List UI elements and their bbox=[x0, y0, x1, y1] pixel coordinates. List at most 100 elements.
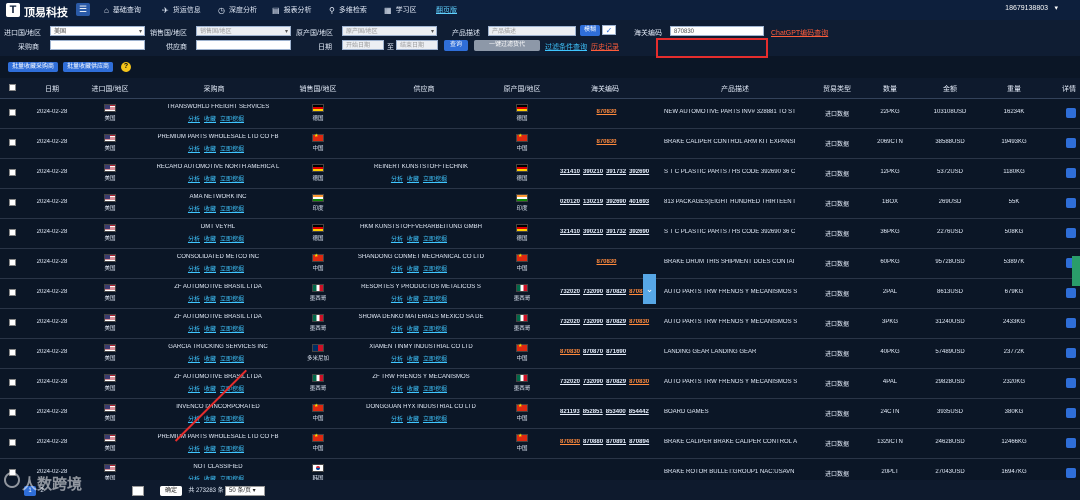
mine-link[interactable]: 立即挖掘 bbox=[220, 327, 244, 333]
hs-code-link[interactable]: 870830 bbox=[629, 379, 649, 385]
detail-button[interactable] bbox=[1066, 318, 1076, 328]
detail-button[interactable] bbox=[1066, 348, 1076, 358]
favorite-link[interactable]: 收藏 bbox=[204, 417, 216, 423]
favorite-link[interactable]: 收藏 bbox=[204, 447, 216, 453]
row-checkbox[interactable] bbox=[9, 229, 16, 236]
row-checkbox[interactable] bbox=[9, 349, 16, 356]
mine-link[interactable]: 立即挖掘 bbox=[423, 357, 447, 363]
favorite-link[interactable]: 收藏 bbox=[204, 327, 216, 333]
sales-country-select[interactable]: 销售国/地区 ▾ bbox=[196, 26, 291, 36]
row-supplier[interactable]: REINERT KUNSTSTOFFTECHNIK bbox=[350, 164, 492, 170]
row-supplier[interactable]: SHOWA DENKO MATERIALS MEXICO SA DE bbox=[350, 314, 492, 320]
hs-code-link[interactable]: 732020 bbox=[560, 379, 580, 385]
mine-link[interactable]: 立即挖掘 bbox=[423, 417, 447, 423]
chevron-down-icon[interactable]: ▾ bbox=[1054, 4, 1058, 12]
favorite-link[interactable]: 收藏 bbox=[204, 237, 216, 243]
row-supplier[interactable]: XIAMEN TINMY INDUSTRIAL CO LTD bbox=[350, 344, 492, 350]
filter-forwarder-button[interactable]: 一键过滤货代 bbox=[474, 40, 540, 51]
row-buyer[interactable]: ZF AUTOMOTIVE BRASIL LTDA bbox=[150, 284, 286, 290]
row-buyer[interactable]: PREMIUM PARTS WHOLESALE LTD CO FB bbox=[150, 134, 286, 140]
mine-link[interactable]: 立即挖掘 bbox=[423, 267, 447, 273]
col-trade-type[interactable]: 贸易类型 bbox=[815, 84, 859, 94]
favorite-link[interactable]: 收藏 bbox=[407, 357, 419, 363]
hs-code-link[interactable]: 321410 bbox=[560, 229, 580, 235]
col-origin-country[interactable]: 原产国/地区 bbox=[500, 84, 544, 94]
hs-code-link[interactable]: 321410 bbox=[560, 169, 580, 175]
detail-button[interactable] bbox=[1066, 198, 1076, 208]
detail-button[interactable] bbox=[1066, 288, 1076, 298]
analyze-link[interactable]: 分析 bbox=[391, 237, 403, 243]
mine-link[interactable]: 立即挖掘 bbox=[423, 237, 447, 243]
nav-deep-analysis[interactable]: ◷ 深度分析 bbox=[218, 5, 257, 15]
filter-condition-link[interactable]: 过滤条件查询 bbox=[545, 42, 587, 52]
hs-code-link[interactable]: 732020 bbox=[560, 289, 580, 295]
favorite-link[interactable]: 收藏 bbox=[407, 267, 419, 273]
row-checkbox[interactable] bbox=[9, 109, 16, 116]
row-supplier[interactable]: DONGGUAN HYX INDUSTRIAL CO LTD bbox=[350, 404, 492, 410]
favorite-link[interactable]: 收藏 bbox=[204, 387, 216, 393]
analyze-link[interactable]: 分析 bbox=[188, 267, 200, 273]
favorite-link[interactable]: 收藏 bbox=[204, 207, 216, 213]
page-confirm-button[interactable]: 确定 bbox=[160, 486, 182, 496]
col-product-desc[interactable]: 产品描述 bbox=[660, 84, 810, 94]
hs-code-link[interactable]: 401693 bbox=[629, 199, 649, 205]
row-buyer[interactable]: TRANSWORLD FREIGHT SERVICES bbox=[150, 104, 286, 110]
import-country-select[interactable]: 美国 ▾ bbox=[50, 26, 145, 36]
row-buyer[interactable]: PREMIUM PARTS WHOLESALE LTD CO FB bbox=[150, 434, 286, 440]
favorite-link[interactable]: 收藏 bbox=[204, 147, 216, 153]
hs-code-link[interactable]: 871690 bbox=[606, 349, 626, 355]
nav-learning[interactable]: ▦ 学习区 bbox=[384, 5, 417, 15]
nav-page-version[interactable]: 翻页版 bbox=[436, 5, 457, 15]
analyze-link[interactable]: 分析 bbox=[391, 357, 403, 363]
collect-suppliers-button[interactable]: 批量收藏供应商 bbox=[63, 62, 113, 72]
hs-code-link[interactable]: 870830 bbox=[560, 349, 580, 355]
analyze-link[interactable]: 分析 bbox=[188, 297, 200, 303]
help-icon[interactable]: ? bbox=[121, 62, 131, 72]
hs-code-link[interactable]: 870830 bbox=[596, 259, 616, 265]
analyze-link[interactable]: 分析 bbox=[188, 387, 200, 393]
row-buyer[interactable]: DMT VEYHL bbox=[150, 224, 286, 230]
hs-code-link[interactable]: 732090 bbox=[583, 319, 603, 325]
col-import-country[interactable]: 进口国/地区 bbox=[88, 84, 132, 94]
mine-link[interactable]: 立即挖掘 bbox=[220, 207, 244, 213]
analyze-link[interactable]: 分析 bbox=[188, 147, 200, 153]
favorite-link[interactable]: 收藏 bbox=[204, 177, 216, 183]
select-all-checkbox[interactable] bbox=[9, 84, 16, 91]
analyze-link[interactable]: 分析 bbox=[188, 177, 200, 183]
row-buyer[interactable]: ZF AUTOMOTIVE BRASIL LTDA bbox=[150, 374, 286, 380]
fuzzy-match-toggle[interactable]: 模糊 bbox=[580, 25, 600, 36]
analyze-link[interactable]: 分析 bbox=[188, 207, 200, 213]
history-link[interactable]: 历史记录 bbox=[591, 42, 619, 52]
favorite-link[interactable]: 收藏 bbox=[407, 417, 419, 423]
detail-button[interactable] bbox=[1066, 408, 1076, 418]
row-supplier[interactable]: HKM KUNSTSTOFFVERARBEITUNG GMBH bbox=[350, 224, 492, 230]
page-size-select[interactable]: 50 条/页 ▾ bbox=[225, 486, 265, 496]
analyze-link[interactable]: 分析 bbox=[188, 357, 200, 363]
hs-code-link[interactable]: 870829 bbox=[606, 289, 626, 295]
row-buyer[interactable]: RECARO AUTOMOTIVE NORTH AMERICA L bbox=[150, 164, 286, 170]
start-date-input[interactable]: 开始日期 bbox=[342, 40, 384, 50]
row-supplier[interactable]: SHANDONG CONMET MECHANICAL CO LTD bbox=[350, 254, 492, 260]
analyze-link[interactable]: 分析 bbox=[391, 177, 403, 183]
nav-basic-query[interactable]: ⌂ 基础查询 bbox=[104, 5, 141, 15]
mine-link[interactable]: 立即挖掘 bbox=[220, 417, 244, 423]
analyze-link[interactable]: 分析 bbox=[391, 387, 403, 393]
favorite-link[interactable]: 收藏 bbox=[204, 357, 216, 363]
detail-button[interactable] bbox=[1066, 438, 1076, 448]
hs-code-link[interactable]: 020120 bbox=[560, 199, 580, 205]
hs-code-link[interactable]: 852851 bbox=[583, 409, 603, 415]
nav-freight-info[interactable]: ✈ 货运信息 bbox=[162, 5, 201, 15]
col-date[interactable]: 日期 bbox=[30, 84, 74, 94]
col-supplier[interactable]: 供应商 bbox=[350, 84, 498, 94]
col-detail[interactable]: 详情 bbox=[1058, 84, 1080, 94]
hs-code-link[interactable]: 870870 bbox=[583, 349, 603, 355]
row-supplier[interactable]: RESORTES Y PRODUCTOS METALICOS S bbox=[350, 284, 492, 290]
analyze-link[interactable]: 分析 bbox=[391, 327, 403, 333]
buyer-input[interactable] bbox=[50, 40, 145, 50]
favorite-link[interactable]: 收藏 bbox=[407, 327, 419, 333]
row-supplier[interactable]: ZF TRW FRENOS Y MECANISMOS bbox=[350, 374, 492, 380]
mine-link[interactable]: 立即挖掘 bbox=[220, 237, 244, 243]
col-weight[interactable]: 重量 bbox=[992, 84, 1036, 94]
hs-code-link[interactable]: 732090 bbox=[583, 289, 603, 295]
hs-code-link[interactable]: 732020 bbox=[560, 319, 580, 325]
